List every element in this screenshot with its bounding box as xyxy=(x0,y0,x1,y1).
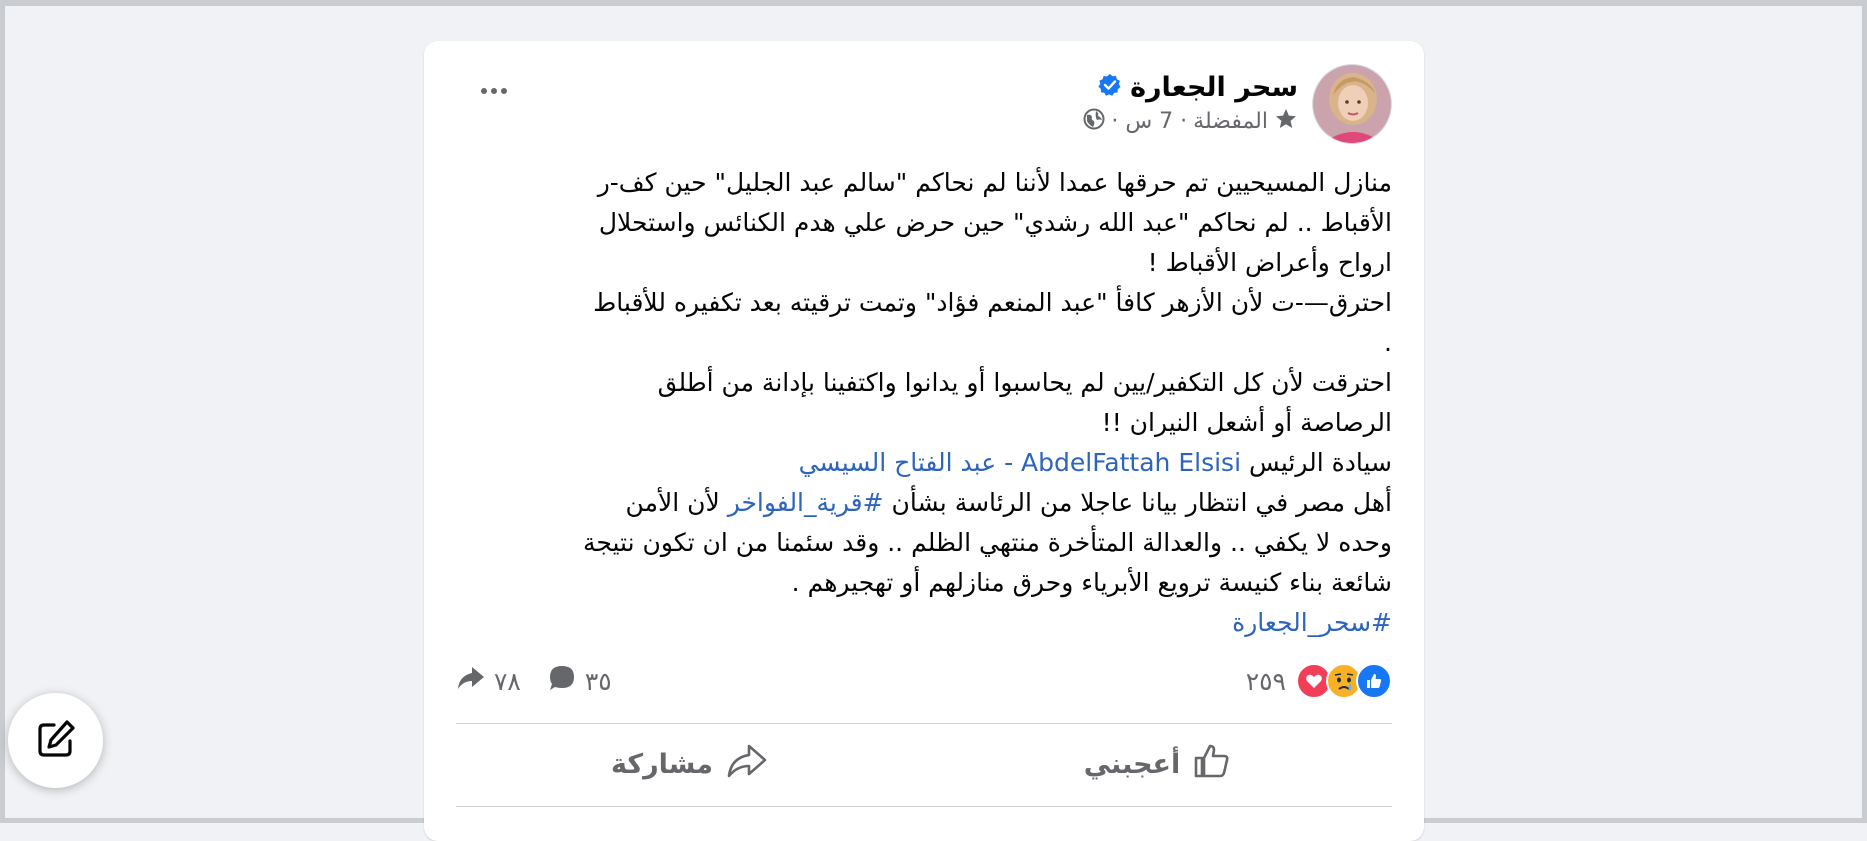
post-line: احترقت لأن كل التكفير/يين لم يحاسبوا أو … xyxy=(657,368,1392,397)
post-line: شائعة بناء كنيسة ترويع الأبرياء وحرق منا… xyxy=(791,568,1392,597)
avatar[interactable] xyxy=(1312,64,1392,144)
post-header: سحر الجعارة المفضلة · 7 س · xyxy=(1083,64,1392,144)
post-line: منازل المسيحيين تم حرقها عمدا لأننا لم ن… xyxy=(597,168,1392,197)
post-line: الرصاصة أو أشعل النيران !! xyxy=(1101,408,1392,437)
post-line: الأقباط .. لم نحاكم "عبد الله رشدي" حين … xyxy=(598,208,1392,237)
comments-count: ٣٥ xyxy=(584,666,612,696)
like-thumb-icon xyxy=(1192,741,1232,788)
author-name[interactable]: سحر الجعارة xyxy=(1130,72,1298,103)
more-options-icon[interactable] xyxy=(474,79,514,103)
compose-button[interactable] xyxy=(8,693,103,788)
action-bar: أعجبني مشاركة xyxy=(456,724,1392,839)
star-icon xyxy=(1274,107,1298,137)
like-reaction-icon xyxy=(1356,663,1392,699)
post-text: منازل المسيحيين تم حرقها عمدا لأننا لم ن… xyxy=(452,163,1392,643)
reactions-count[interactable]: ٢٥٩ xyxy=(1246,667,1286,696)
line-text: أهل مصر في انتظار بيانا عاجلا من الرئاسة… xyxy=(883,488,1393,517)
like-label: أعجبني xyxy=(1083,748,1181,780)
globe-icon xyxy=(1083,108,1105,136)
comments-count-button[interactable]: ٣٥ xyxy=(547,663,612,699)
shares-count: ٧٨ xyxy=(494,666,521,696)
post-line: سيادة الرئيس AbdelFattah Elsisi - عبد ال… xyxy=(452,443,1392,483)
post-stats: ٢٥٩ ٧٨ ٣٥ xyxy=(456,661,1392,701)
hashtag-link[interactable]: #قرية_الفواخر xyxy=(728,488,884,517)
reactions-summary[interactable]: ٢٥٩ xyxy=(1246,661,1392,701)
president-mention-link[interactable]: AbdelFattah Elsisi - عبد الفتاح السيسي xyxy=(799,448,1241,477)
share-label: مشاركة xyxy=(611,748,713,780)
divider xyxy=(456,806,1392,807)
engagement-counts: ٧٨ ٣٥ xyxy=(456,661,612,701)
author-hashtag-link[interactable]: #سحر_الجعارة xyxy=(1232,608,1392,637)
share-icon xyxy=(456,663,486,699)
post-card: سحر الجعارة المفضلة · 7 س · منازل المسيح… xyxy=(424,41,1424,841)
president-prefix: سيادة الرئيس xyxy=(1241,448,1392,477)
post-line: . xyxy=(1384,328,1392,357)
post-line: ارواح وأعراض الأقباط ! xyxy=(1147,248,1392,277)
audience-label[interactable]: المفضلة xyxy=(1193,109,1268,134)
shares-count-button[interactable]: ٧٨ xyxy=(456,663,521,699)
verified-badge-icon xyxy=(1098,73,1122,101)
share-arrow-icon xyxy=(725,741,769,788)
post-line: وحده لا يكفي .. والعدالة المتأخرة منتهي … xyxy=(582,528,1392,557)
line-text: لأن الأمن xyxy=(625,488,728,517)
post-line: احترق—-ت لأن الأزهر كافأ "عبد المنعم فؤا… xyxy=(593,288,1392,317)
comment-icon xyxy=(547,663,577,699)
share-button[interactable]: مشاركة xyxy=(456,724,924,804)
post-line: #سحر_الجعارة xyxy=(452,603,1392,643)
post-meta: سحر الجعارة المفضلة · 7 س · xyxy=(1083,72,1298,137)
like-button[interactable]: أعجبني xyxy=(924,724,1392,804)
post-line: أهل مصر في انتظار بيانا عاجلا من الرئاسة… xyxy=(452,483,1392,523)
compose-icon xyxy=(34,717,78,765)
post-time[interactable]: · 7 س · xyxy=(1111,109,1187,134)
